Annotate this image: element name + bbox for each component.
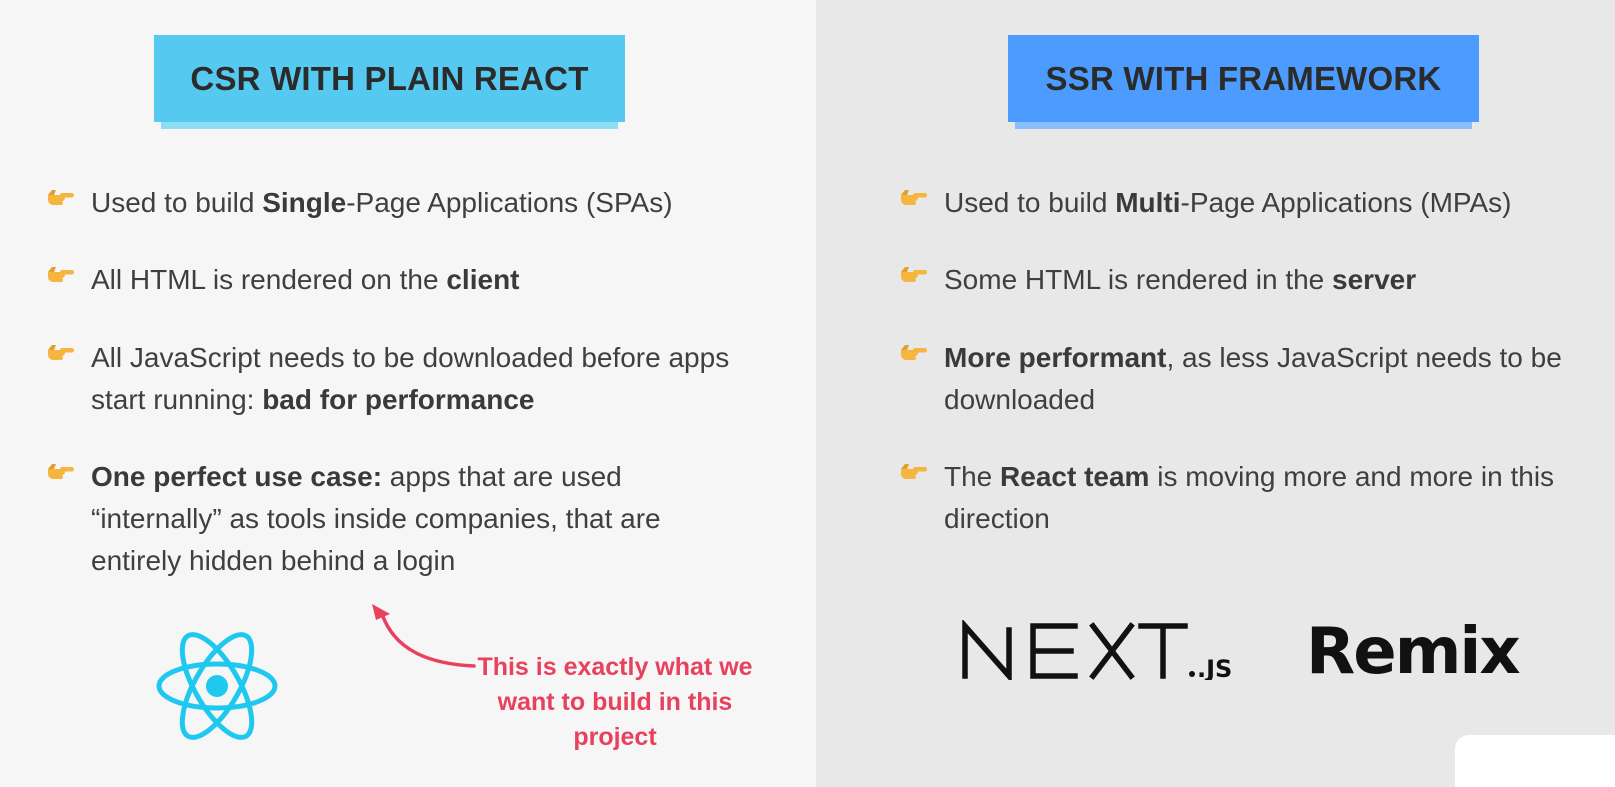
- white-blot: [1455, 735, 1615, 787]
- bullet-text: The: [944, 461, 1001, 492]
- bullet-bold-text: One perfect use case:: [91, 461, 383, 492]
- pointing-hand-icon: [901, 267, 927, 282]
- nextjs-logo-suffix: .JS: [1197, 655, 1231, 680]
- left-heading-box: CSR WITH PLAIN REACT: [154, 35, 625, 129]
- bullet-text: All HTML is rendered on the: [91, 264, 447, 295]
- remix-logo: Remix: [1306, 620, 1536, 684]
- right-bullet-2: Some HTML is rendered in the server: [899, 259, 1599, 301]
- bullet-bold-text: Multi: [1115, 187, 1181, 218]
- pointing-hand-icon: [48, 267, 74, 282]
- left-bullet-1: Used to build Single-Page Applications (…: [46, 182, 786, 224]
- bullet-bold-text: bad for performance: [262, 384, 535, 415]
- left-bullet-3: All JavaScript needs to be downloaded be…: [46, 337, 736, 421]
- pointing-hand-icon: [48, 345, 74, 360]
- annotation-text: This is exactly what we want to build in…: [477, 653, 753, 751]
- right-panel: SSR WITH FRAMEWORK Used to build Multi-P…: [816, 0, 1615, 787]
- pointing-hand-icon: [48, 190, 74, 205]
- left-panel: CSR WITH PLAIN REACT Used to build Singl…: [0, 0, 816, 787]
- left-bullet-4: One perfect use case: apps that are used…: [46, 456, 736, 582]
- remix-logo-text: Remix: [1306, 615, 1521, 689]
- bullet-bold-text: More performant: [944, 342, 1167, 373]
- right-bullet-4: The React team is moving more and more i…: [899, 456, 1579, 540]
- pointing-hand-icon: [48, 464, 74, 479]
- curved-arrow-icon: [372, 604, 476, 668]
- left-heading: CSR WITH PLAIN REACT: [154, 35, 625, 122]
- bullet-text: -Page Applications (SPAs): [346, 187, 673, 218]
- bullet-text: Used to build: [91, 187, 263, 218]
- pointing-hand-icon: [901, 190, 927, 205]
- pointing-hand-icon: [901, 464, 927, 479]
- bullet-bold-text: Single: [262, 187, 347, 218]
- pointing-hand-icon: [901, 345, 927, 360]
- bullet-bold-text: React team: [1000, 461, 1150, 492]
- right-bullet-3: More performant, as less JavaScript need…: [899, 337, 1599, 421]
- bullet-text: Some HTML is rendered in the: [944, 264, 1333, 295]
- bullet-text: Used to build: [944, 187, 1116, 218]
- right-heading: SSR WITH FRAMEWORK: [1008, 35, 1479, 122]
- bullet-bold-text: client: [446, 264, 520, 295]
- bullet-bold-text: server: [1332, 264, 1417, 295]
- right-heading-box: SSR WITH FRAMEWORK: [1008, 35, 1479, 129]
- left-bullet-2: All HTML is rendered on the client: [46, 259, 786, 301]
- react-logo-icon: [156, 632, 278, 740]
- right-bullet-1: Used to build Multi-Page Applications (M…: [899, 182, 1614, 224]
- nextjs-logo: .JS: [962, 620, 1231, 680]
- bullet-text: -Page Applications (MPAs): [1180, 187, 1512, 218]
